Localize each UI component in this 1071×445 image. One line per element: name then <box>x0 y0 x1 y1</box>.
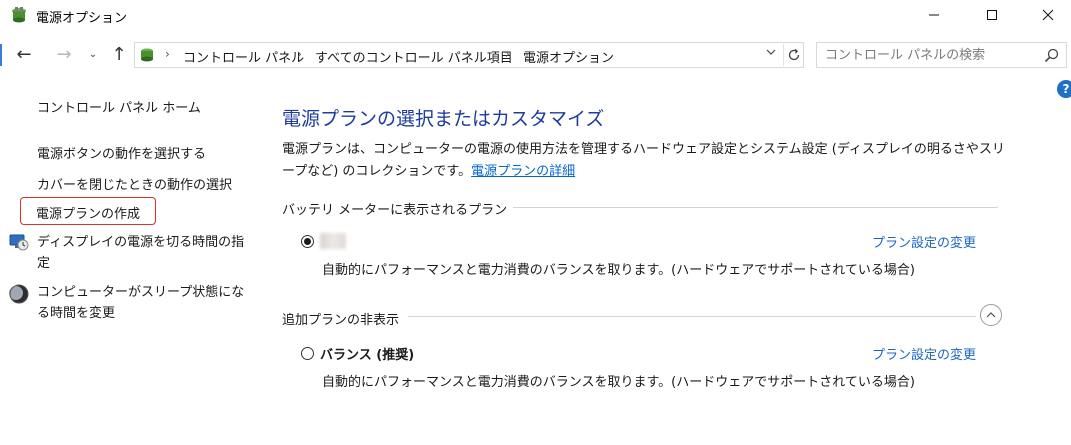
page-title: 電源プランの選択またはカスタマイズ <box>282 108 605 130</box>
control-panel-icon <box>141 48 153 62</box>
additional-plans-heading[interactable]: 追加プランの非表示 <box>282 309 406 328</box>
sidebar-control-panel-home[interactable]: コントロール パネル ホーム <box>37 97 201 116</box>
forward-button[interactable]: → <box>52 44 76 66</box>
plan-name-redacted <box>320 233 346 249</box>
battery-plans-heading: バッテリ メーターに表示されるプラン <box>282 199 514 218</box>
sidebar-choose-power-button[interactable]: 電源ボタンの動作を選択する <box>37 143 206 162</box>
refresh-button[interactable] <box>783 44 804 66</box>
back-button[interactable]: ← <box>12 44 36 66</box>
page-description: 電源プランは、コンピューターの電源の使用方法を管理するハードウェア設定とシステム… <box>282 139 1007 183</box>
minimize-button[interactable] <box>911 0 957 30</box>
search-box[interactable] <box>816 42 1067 68</box>
sleep-moon-icon <box>9 284 29 304</box>
maximize-button[interactable] <box>969 0 1015 30</box>
section-divider <box>490 207 998 208</box>
change-plan-settings-link[interactable]: プラン設定の変更 <box>872 232 976 251</box>
plan-description: 自動的にパフォーマンスと電力消費のバランスを取ります。(ハードウェアでサポートさ… <box>322 263 915 278</box>
breadcrumb-control-panel[interactable]: コントロール パネル <box>183 47 304 66</box>
search-input[interactable] <box>825 46 1035 64</box>
address-dropdown-button[interactable] <box>763 46 779 64</box>
minimize-icon <box>929 14 939 16</box>
plan-description: 自動的にパフォーマンスと電力消費のバランスを取ります。(ハードウェアでサポートさ… <box>322 375 915 390</box>
power-options-icon <box>12 7 26 23</box>
breadcrumb-separator: › <box>165 47 170 61</box>
help-button[interactable]: ? <box>1057 80 1071 98</box>
display-power-icon <box>9 234 29 251</box>
search-icon[interactable] <box>1043 47 1061 65</box>
change-plan-settings-link[interactable]: プラン設定の変更 <box>872 344 976 363</box>
sidebar-create-power-plan-label: 電源プランの作成 <box>36 207 141 222</box>
plan-radio-current[interactable] <box>301 235 314 248</box>
plan-name-balanced[interactable]: バランス (推奨) <box>320 344 414 363</box>
power-plan-details-link[interactable]: 電源プランの詳細 <box>471 164 575 179</box>
close-icon <box>1042 9 1054 21</box>
breadcrumb-separator: › <box>505 47 510 61</box>
maximize-icon <box>987 10 997 20</box>
window-edge-accent <box>0 44 2 66</box>
plan-radio-balanced[interactable] <box>301 347 314 360</box>
sidebar-create-power-plan[interactable]: 電源プランの作成 <box>20 197 156 225</box>
window-title: 電源オプション <box>36 11 128 26</box>
breadcrumb-all-items[interactable]: すべてのコントロール パネル項目 <box>315 47 513 66</box>
breadcrumb-power-options[interactable]: 電源オプション <box>523 47 614 66</box>
title-bar: 電源オプション <box>0 0 1071 32</box>
collapse-additional-plans-button[interactable] <box>980 304 1002 326</box>
chevron-down-icon <box>766 49 776 55</box>
recent-locations-button[interactable]: ⌄ <box>86 44 100 66</box>
up-button[interactable]: ↑ <box>108 44 130 66</box>
refresh-icon <box>788 48 800 61</box>
sidebar-display-off-time[interactable]: ディスプレイの電源を切る時間の指定 <box>37 232 247 274</box>
sidebar-choose-lid-action[interactable]: カバーを閉じたときの動作の選択 <box>37 174 232 193</box>
sidebar-sleep-time[interactable]: コンピューターがスリープ状態になる時間を変更 <box>37 282 247 324</box>
breadcrumb-separator: › <box>297 47 302 61</box>
description-text: 電源プランは、コンピューターの電源の使用方法を管理するハードウェア設定とシステム… <box>282 142 1005 179</box>
section-divider <box>408 316 976 317</box>
address-bar[interactable]: › コントロール パネル › すべてのコントロール パネル項目 › 電源オプショ… <box>134 42 804 68</box>
close-button[interactable] <box>1025 0 1071 30</box>
chevron-up-icon <box>986 312 996 318</box>
